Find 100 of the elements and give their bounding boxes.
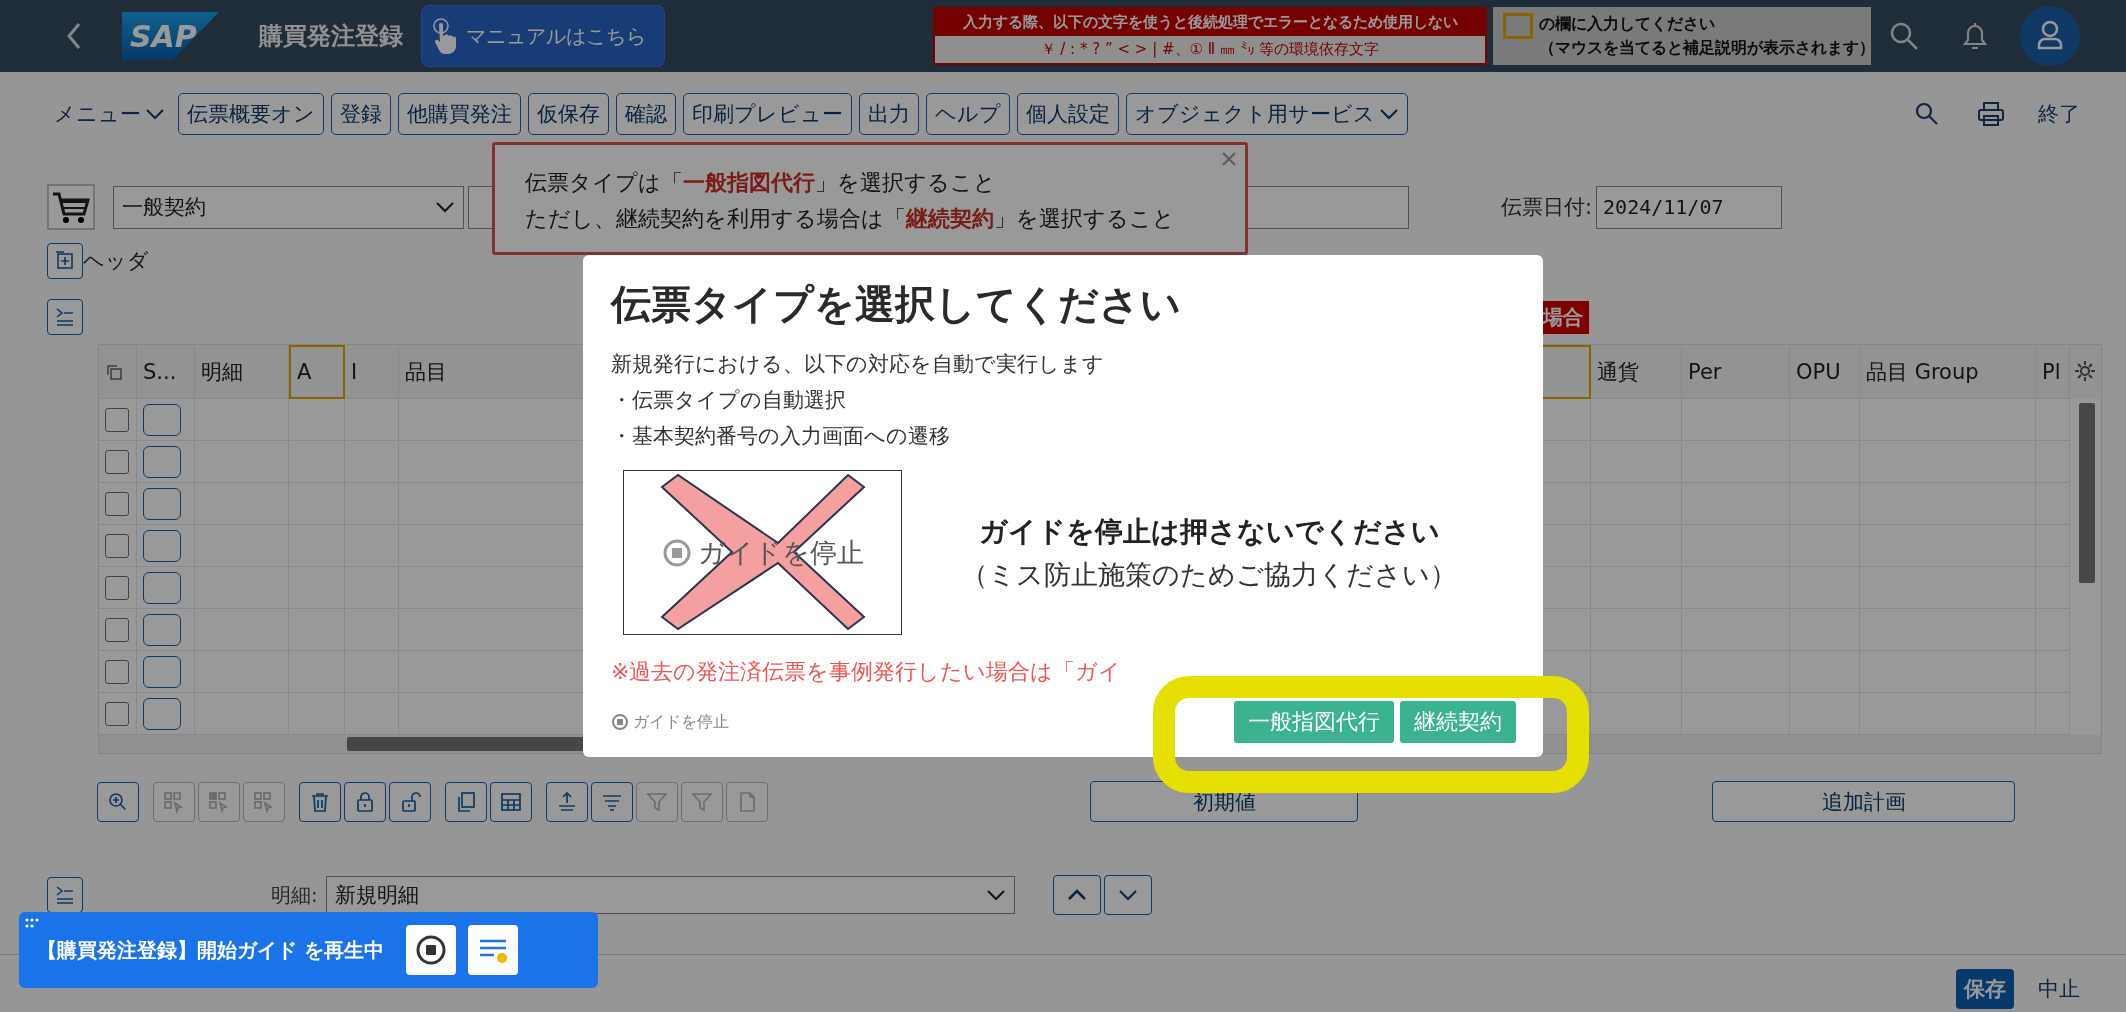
column-header[interactable]: Pl: [2036, 345, 2070, 399]
date-field[interactable]: 2024/11/07: [1596, 185, 1783, 229]
up-button[interactable]: [1052, 875, 1101, 915]
exit-button[interactable]: 終了: [2032, 98, 2086, 129]
note-text: ※過去の発注済伝票を事例発行したい場合は「ガイ: [611, 658, 1123, 686]
column-header[interactable]: I: [345, 345, 399, 399]
chevron-down-icon: [1117, 888, 1138, 902]
row-selector[interactable]: [143, 403, 181, 436]
item-select[interactable]: 新規明細: [325, 876, 1015, 914]
toolbar-button[interactable]: 仮保存: [528, 92, 609, 135]
checkbox[interactable]: [105, 617, 129, 642]
bell-icon[interactable]: [1960, 20, 1990, 52]
expand-icon[interactable]: [47, 243, 83, 279]
column-header[interactable]: S...: [137, 345, 195, 399]
column-header[interactable]: 通貨: [1591, 345, 1682, 399]
date-label: 伝票日付:: [1501, 194, 1593, 221]
cancel-button[interactable]: 中止: [2032, 974, 2086, 1004]
steps-button[interactable]: [467, 925, 518, 975]
tool-button[interactable]: [490, 781, 532, 822]
tool-button[interactable]: [445, 781, 487, 822]
warning-subtext: （ミス防止施策のためご協力ください）: [961, 557, 1457, 592]
checkbox[interactable]: [105, 533, 129, 558]
toolbar-button[interactable]: 他購買発注: [398, 92, 521, 135]
document-type-select[interactable]: 一般契約: [113, 185, 464, 229]
tool-button[interactable]: [299, 781, 341, 822]
stop-circle-icon: [611, 713, 629, 731]
save-button[interactable]: 保存: [1956, 969, 2014, 1009]
toolbar-button[interactable]: ヘルプ: [926, 92, 1010, 135]
stop-button[interactable]: [405, 925, 456, 975]
down-button[interactable]: [1103, 875, 1152, 915]
collapse-icon[interactable]: [47, 877, 83, 913]
forbidden-characters: ￥ / : * ? ” < > | #、① Ⅱ ㎜ ㍉ 等の環境依存文字: [935, 36, 1485, 63]
toolbar-button[interactable]: 登録: [331, 92, 391, 135]
toolbar-button[interactable]: 伝票概要オン: [178, 92, 324, 135]
square-icon: [1503, 13, 1533, 39]
row-selector[interactable]: [143, 529, 181, 562]
settings-icon[interactable]: [2073, 359, 2097, 383]
copy-icon[interactable]: [105, 362, 123, 381]
bullet-text: ・伝票タイプの自動選択: [611, 387, 847, 414]
add-plan-button[interactable]: 追加計画: [1712, 781, 2015, 822]
close-icon[interactable]: [1221, 151, 1237, 167]
cross-icon: [658, 473, 868, 631]
chevron-down-icon: [1379, 106, 1399, 121]
chevron-down-icon: [985, 888, 1006, 902]
column-header[interactable]: A: [289, 345, 345, 399]
stop-circle-icon: [661, 537, 692, 568]
collapse-icon[interactable]: [47, 299, 83, 335]
row-selector[interactable]: [143, 487, 181, 520]
chevron-up-icon: [1066, 888, 1087, 902]
tool-button[interactable]: [97, 781, 139, 822]
callout-text: ただし、継続契約を利用する場合は「継続契約」を選択すること: [525, 205, 1176, 233]
services-button[interactable]: オブジェクト用サービス: [1126, 92, 1408, 135]
row-selector[interactable]: [143, 655, 181, 688]
column-header[interactable]: 明細: [195, 345, 289, 399]
cart-icon: [47, 184, 95, 230]
column-header[interactable]: OPU: [1790, 345, 1860, 399]
printer-icon[interactable]: [1977, 100, 2005, 127]
stop-guide-link[interactable]: ガイドを停止: [611, 711, 729, 733]
hint-text: （マウスを当てると補足説明が表示されます）: [1539, 37, 1875, 59]
table-cell: [289, 399, 345, 441]
dialog-text: 新規発行における、以下の対応を自動で実行します: [611, 351, 1105, 378]
bullet-text: ・基本契約番号の入力画面への遷移: [611, 423, 951, 450]
row-selector[interactable]: [143, 697, 181, 730]
chevron-down-icon: [435, 200, 455, 214]
tool-button[interactable]: [591, 781, 633, 822]
scrollbar[interactable]: [2079, 403, 2095, 583]
row-selector[interactable]: [143, 445, 181, 478]
toolbar-button[interactable]: 確認: [616, 92, 676, 135]
app-title: 購買発注登録: [259, 21, 403, 52]
section-title: ヘッダ: [83, 248, 149, 275]
avatar-icon[interactable]: [2020, 6, 2080, 66]
checkbox[interactable]: [105, 701, 129, 726]
row-selector[interactable]: [143, 571, 181, 604]
tool-button[interactable]: [344, 781, 386, 822]
chevron-down-icon: [145, 106, 165, 121]
back-icon[interactable]: [66, 22, 82, 50]
row-selector[interactable]: [143, 613, 181, 646]
checkbox[interactable]: [105, 575, 129, 600]
tool-button[interactable]: [389, 781, 431, 822]
menu-button[interactable]: メニュー: [54, 99, 165, 128]
logo: SAP: [122, 12, 219, 60]
checkbox[interactable]: [105, 407, 129, 432]
column-header[interactable]: 品目 Group: [1860, 345, 2036, 399]
search-icon[interactable]: [1888, 20, 1920, 52]
guide-status: 【購買発注登録】開始ガイド を再生中: [37, 936, 384, 964]
hint-text: の欄に入力してください: [1539, 13, 1716, 35]
warning-text: ガイドを停止は押さないでください: [978, 513, 1440, 550]
checkbox[interactable]: [105, 449, 129, 474]
item-label: 明細:: [271, 881, 318, 909]
column-header[interactable]: Per: [1682, 345, 1790, 399]
search-icon[interactable]: [1914, 100, 1940, 127]
toolbar-button[interactable]: 出力: [859, 92, 919, 135]
warning-heading: 入力する際、以下の文字を使うと後続処理でエラーとなるため使用しない: [935, 9, 1485, 36]
drag-handle-icon[interactable]: [25, 918, 39, 928]
checkbox[interactable]: [105, 659, 129, 684]
tool-button[interactable]: [546, 781, 588, 822]
toolbar-button[interactable]: 印刷プレビュー: [683, 92, 852, 135]
manual-button[interactable]: マニュアルはこちら: [421, 5, 665, 67]
toolbar-button[interactable]: 個人設定: [1017, 92, 1119, 135]
checkbox[interactable]: [105, 491, 129, 516]
